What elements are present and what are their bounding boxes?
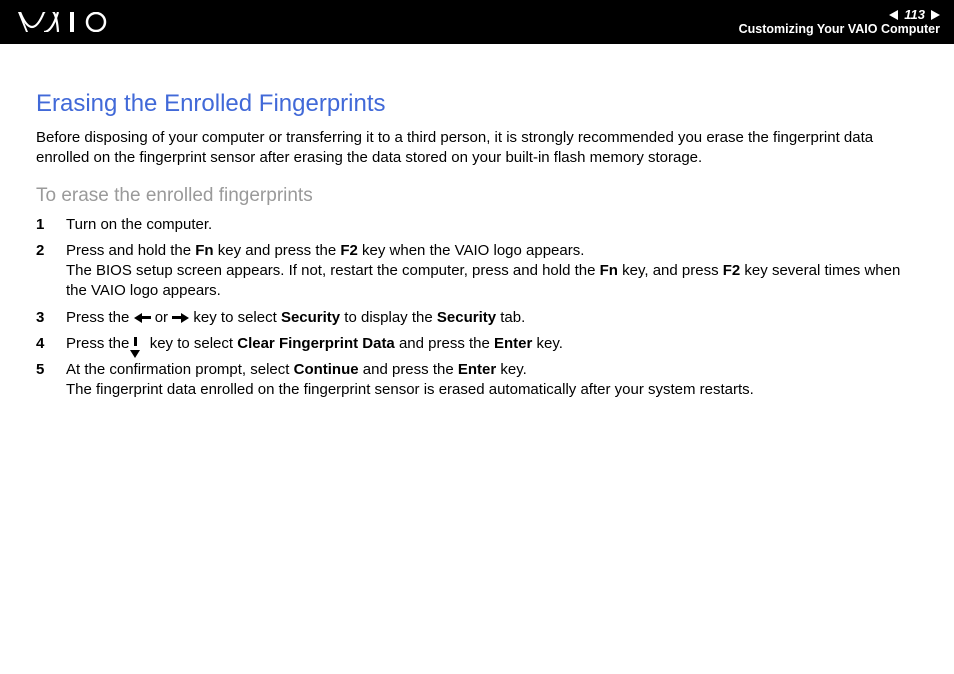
arrow-down-icon: [134, 335, 146, 351]
step-4: 4 Press the key to select Clear Fingerpr…: [36, 334, 918, 354]
arrow-right-icon: [172, 308, 189, 328]
page-title: Erasing the Enrolled Fingerprints: [36, 90, 918, 118]
page-header: 113 Customizing Your VAIO Computer: [0, 0, 954, 44]
step-number: 2: [36, 241, 50, 302]
header-right: 113 Customizing Your VAIO Computer: [739, 7, 940, 38]
arrow-left-icon: [134, 308, 151, 328]
section-label: Customizing Your VAIO Computer: [739, 22, 940, 37]
step-text: Press and hold the Fn key and press the …: [66, 241, 918, 302]
procedure-subhead: To erase the enrolled fingerprints: [36, 185, 918, 207]
procedure-steps: 1 Turn on the computer. 2 Press and hold…: [36, 215, 918, 401]
step-text: Turn on the computer.: [66, 215, 918, 235]
step-number: 3: [36, 308, 50, 328]
page-content: Erasing the Enrolled Fingerprints Before…: [0, 44, 954, 427]
step-2: 2 Press and hold the Fn key and press th…: [36, 241, 918, 302]
page-number: 113: [904, 7, 925, 23]
step-5: 5 At the confirmation prompt, select Con…: [36, 360, 918, 401]
intro-paragraph: Before disposing of your computer or tra…: [36, 128, 918, 169]
step-text: At the confirmation prompt, select Conti…: [66, 360, 918, 401]
step-1: 1 Turn on the computer.: [36, 215, 918, 235]
page-nav: 113: [739, 7, 940, 23]
step-text: Press the key to select Clear Fingerprin…: [66, 334, 918, 354]
step-number: 4: [36, 334, 50, 354]
step-number: 5: [36, 360, 50, 401]
step-3: 3 Press the or key to select Security to…: [36, 308, 918, 328]
next-page-arrow-icon[interactable]: [931, 10, 940, 20]
vaio-logo: [18, 12, 114, 32]
step-text: Press the or key to select Security to d…: [66, 308, 918, 328]
prev-page-arrow-icon[interactable]: [889, 10, 898, 20]
step-number: 1: [36, 215, 50, 235]
